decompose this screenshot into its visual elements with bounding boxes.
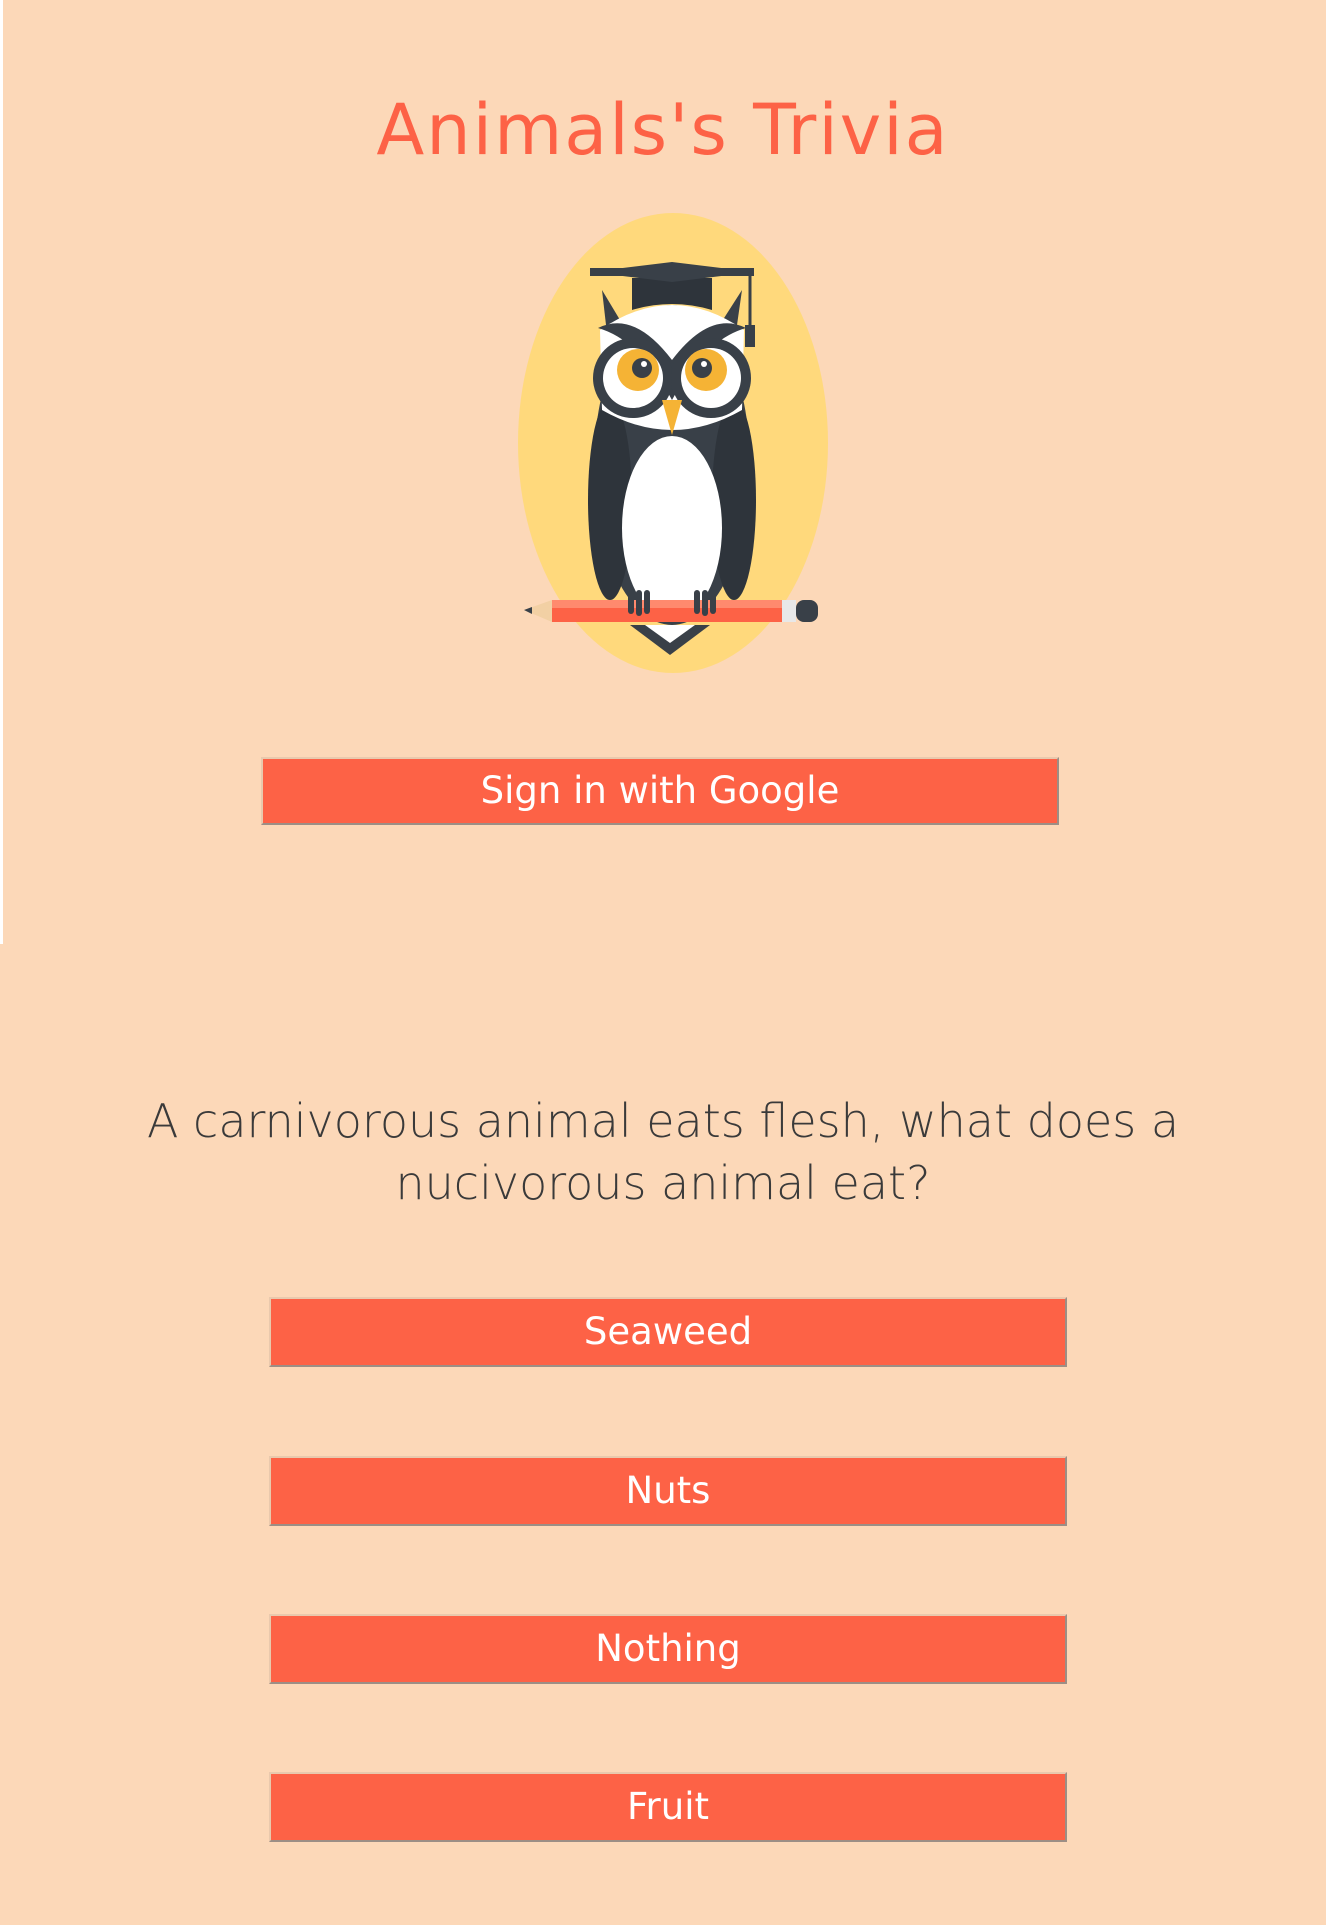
- answer-button-4[interactable]: Fruit: [269, 1772, 1067, 1842]
- app-title: Animals's Trivia: [376, 89, 950, 171]
- question-text: A carnivorous animal eats flesh, what do…: [146, 1094, 1180, 1210]
- answer-button-1[interactable]: Seaweed: [269, 1297, 1067, 1367]
- google-signin-button[interactable]: Sign in with Google: [261, 757, 1059, 825]
- owl-graduate-icon: [518, 213, 828, 673]
- answer-button-2[interactable]: Nuts: [269, 1456, 1067, 1526]
- answer-button-3[interactable]: Nothing: [269, 1614, 1067, 1684]
